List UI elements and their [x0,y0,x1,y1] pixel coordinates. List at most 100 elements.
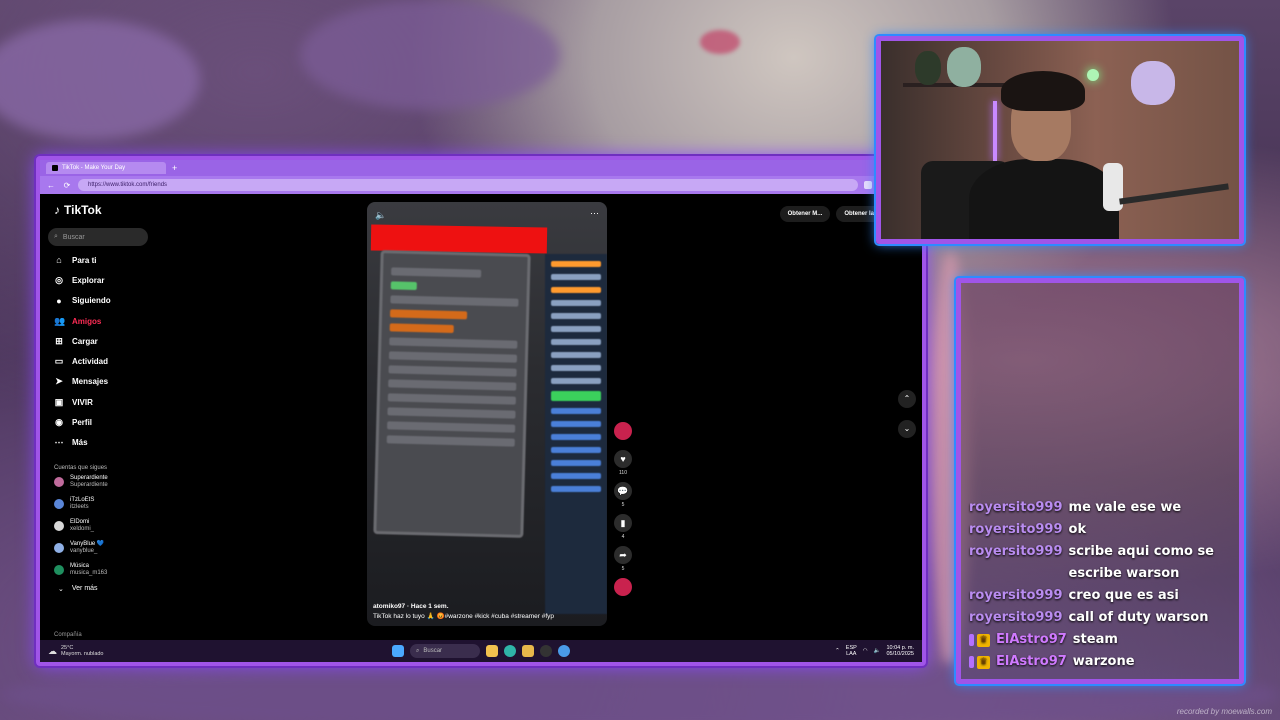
nav-item-amigos[interactable]: 👥 Amigos [48,311,188,331]
compass-icon: ◎ [55,274,63,285]
nav-item-vivir[interactable]: ▣ VIVIR [48,392,188,412]
followed-account[interactable]: ElDomi xeldomi_ [48,515,188,537]
previous-video-button[interactable]: ⌃ [898,390,916,408]
volume-icon[interactable]: 🔈 [874,648,881,654]
chevron-down-icon: ⌄ [58,585,64,593]
get-app-button[interactable]: Obtener M... [779,206,831,222]
address-text: https://www.tiktok.com/friends [88,182,168,188]
get-app-label: Obtener la [844,211,874,217]
extension-icon[interactable] [864,181,872,189]
webcam-image [1119,183,1229,205]
background-blossom [0,20,200,140]
new-tab-icon[interactable]: + [172,163,177,173]
followed-account[interactable]: Música musica_m163 [48,559,188,581]
video-content [545,254,607,614]
nav-label: Para ti [72,255,97,265]
crown-badge-icon: ♛ [977,633,990,647]
account-name: Superardiente [70,474,108,481]
followed-account[interactable]: VanyBlue 💙 vanyblue_ [48,537,188,559]
activity-icon: ▭ [54,356,64,367]
background-blossom [700,30,740,54]
account-name: Música [70,562,90,569]
share-count: 5 [621,566,625,572]
chat-username: royersito999 [969,544,1063,559]
mic-badge-icon [969,656,974,668]
video-author-caption[interactable]: atomiko97 · Hace 1 sem. [373,603,449,610]
nav-label: Perfil [72,418,93,428]
cloud-icon: ☁ [48,645,57,656]
account-handle: musica_m163 [70,569,108,576]
next-video-button[interactable]: ⌄ [898,420,916,438]
chat-message: royersito999 call of duty warson [969,607,1235,629]
video-content [373,250,531,538]
company-link[interactable]: Compañía [54,632,82,638]
date: 05/10/2025 [886,651,914,657]
search-input[interactable]: ⌕ Buscar [48,228,148,246]
nav-label: Mensajes [72,377,109,387]
tiktok-logo[interactable]: ♪ TikTok [48,200,188,220]
account-name: VanyBlue 💙 [70,540,105,547]
chat-message: royersito999 scribe aqui como se escribe … [969,541,1235,585]
chat-username: royersito999 [969,588,1063,603]
like-button[interactable]: ♥ 110 [612,450,634,476]
browser-urlbar: ← ⟳ https://www.tiktok.com/friends ⋯ [40,176,922,194]
chat-text: scribe aqui como se escribe warson [1068,544,1215,581]
start-icon[interactable] [392,645,404,657]
save-button[interactable]: ▮ 4 [612,514,634,540]
weather-widget[interactable]: ☁ 25°C Mayorm. nublado [48,645,138,658]
followed-account[interactable]: Superardiente Superardiente [48,471,188,493]
screen-capture: TikTok - Make Your Day + ← ⟳ https://www… [36,156,926,666]
comment-button[interactable]: 💬 5 [612,482,634,508]
nav-item-mensajes[interactable]: ➤ Mensajes [48,372,188,392]
live-icon: ▣ [54,396,64,407]
webcam-overlay [876,36,1244,244]
wifi-icon[interactable]: ◠ [863,648,868,654]
obs-icon[interactable] [540,645,552,657]
clock[interactable]: 10:04 p. m. 05/10/2025 [886,645,914,658]
nav-item-cargar[interactable]: ⊞ Cargar [48,331,188,351]
nav-label: Más [72,438,88,448]
comment-count: 5 [621,502,625,508]
reload-icon[interactable]: ⟳ [62,181,72,190]
webcam-image [1131,61,1175,105]
upload-icon: ⊞ [55,335,63,346]
share-button[interactable]: ➦ 5 [612,546,634,572]
account-handle: Superardiente [70,481,108,488]
bookmark-icon: ▮ [614,514,632,532]
search-icon: ⌕ [416,647,420,654]
video-player[interactable]: 🔈 ⋯ atomiko97 · Hace 1 sem. TikTok haz l… [367,202,607,626]
video-description: TikTok haz lo tuyo 🙏 😡#warzone #kick #cu… [373,613,555,620]
avatar [54,476,64,487]
nav-item-actividad[interactable]: ▭ Actividad [48,351,188,371]
back-icon[interactable]: ← [46,181,56,190]
video-content [370,224,548,254]
logo-text: TikTok [64,203,102,217]
webcam-image [1001,71,1085,111]
tray-chevron-icon[interactable]: ⌃ [835,648,840,654]
nav-item-explorar[interactable]: ◎ Explorar [48,270,188,290]
like-count: 110 [619,470,627,476]
volume-icon[interactable]: 🔈 [375,210,386,221]
taskbar-search[interactable]: ⌕ Buscar [410,644,480,658]
address-bar[interactable]: https://www.tiktok.com/friends [78,179,858,191]
chrome-icon[interactable] [558,645,570,657]
edge-icon[interactable] [504,645,516,657]
nav-item-siguiendo[interactable]: ● Siguiendo [48,291,188,311]
more-options-icon[interactable]: ⋯ [590,208,599,219]
followed-account[interactable]: iTzLoEtS itzleets [48,493,188,515]
webcam-image [969,159,1119,239]
home-icon: ⌂ [56,255,62,266]
avatar [54,520,64,531]
app-icon[interactable] [486,645,498,657]
explorer-icon[interactable] [522,645,534,657]
music-disc[interactable] [614,578,632,596]
chat-message: royersito999 me vale ese we [969,497,1235,519]
crown-badge-icon: ♛ [977,655,990,669]
browser-tab[interactable]: TikTok - Make Your Day [46,162,166,174]
see-more-button[interactable]: ⌄ Ver más [48,585,188,593]
nav-item-mas[interactable]: ⋯ Más [48,433,188,453]
creator-avatar[interactable] [614,422,632,440]
comment-icon: 💬 [614,482,632,500]
nav-item-para-ti[interactable]: ⌂ Para ti [48,250,188,270]
nav-item-perfil[interactable]: ◉ Perfil [48,412,188,432]
